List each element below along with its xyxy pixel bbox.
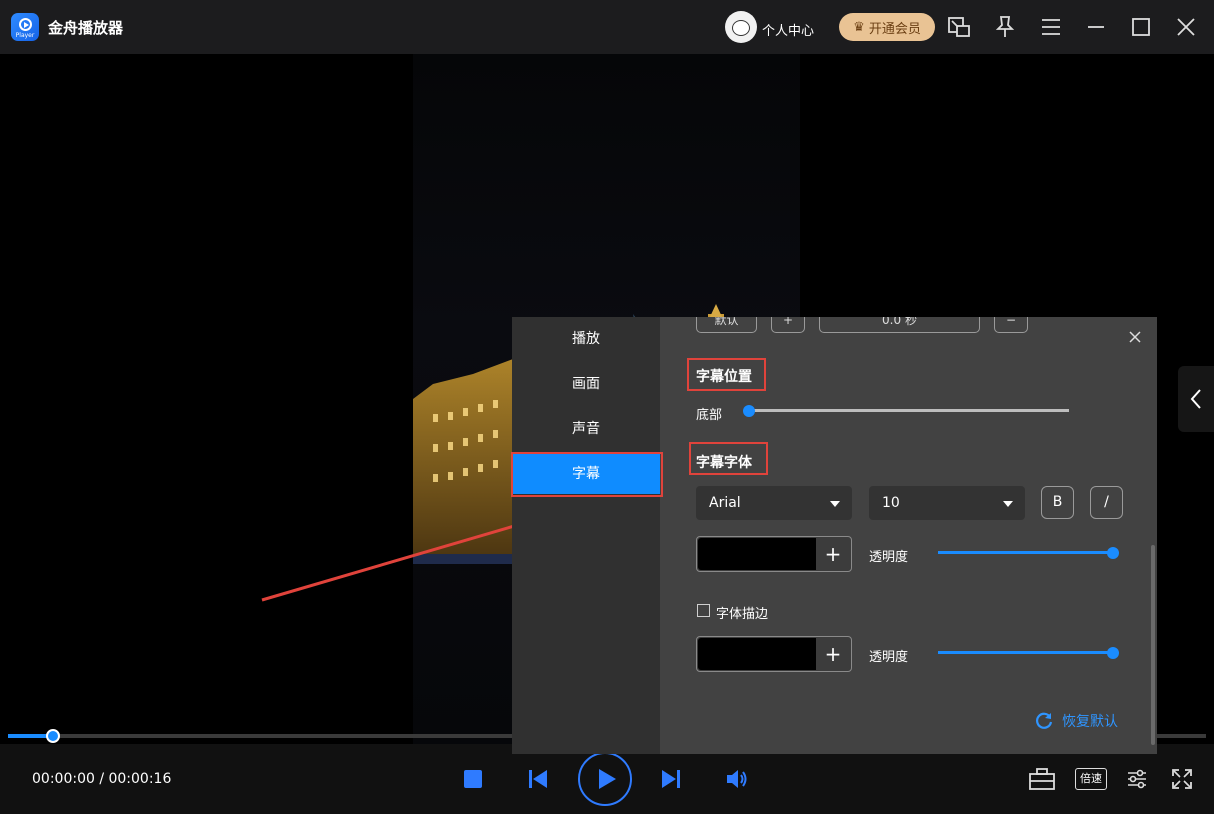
plus-icon[interactable]: +	[815, 637, 851, 671]
progress-handle[interactable]	[46, 729, 60, 743]
stop-icon[interactable]	[463, 769, 483, 789]
plus-icon[interactable]: +	[815, 537, 851, 571]
position-slider[interactable]	[748, 409, 1069, 412]
nav-picture[interactable]: 画面	[512, 364, 660, 404]
close-panel-icon[interactable]	[1128, 330, 1142, 344]
font-family-value: Arial	[709, 495, 741, 511]
bold-button[interactable]: B	[1041, 486, 1074, 519]
speed-button[interactable]: 倍速	[1075, 768, 1107, 790]
font-size-value: 10	[882, 495, 900, 511]
panel-scrollbar[interactable]	[1151, 545, 1155, 745]
refresh-icon	[1036, 712, 1053, 729]
toolbox-icon[interactable]	[1028, 767, 1056, 791]
position-title: 字幕位置	[696, 369, 752, 385]
font-size-select[interactable]: 10	[869, 486, 1025, 520]
outline-color-swatch	[698, 638, 816, 670]
font-color-picker[interactable]: +	[696, 536, 852, 572]
offset-display: 0.0 秒	[819, 317, 980, 333]
highlight-box-nav	[511, 452, 663, 497]
offset-value: 0.0 秒	[882, 317, 917, 327]
volume-icon[interactable]	[725, 768, 749, 790]
position-slider-handle[interactable]	[743, 405, 755, 417]
chevron-down-icon	[830, 501, 840, 507]
default-button-label: 默认	[714, 317, 739, 327]
settings-sliders-icon[interactable]	[1126, 768, 1148, 790]
default-button[interactable]: 默认	[696, 317, 757, 333]
play-button[interactable]	[578, 752, 632, 806]
outline-color-picker[interactable]: +	[696, 636, 852, 672]
add-offset-button[interactable]: +	[771, 317, 805, 333]
position-label: 底部	[696, 408, 723, 423]
font-opacity-handle[interactable]	[1107, 547, 1119, 559]
outline-label: 字体描边	[716, 607, 769, 622]
font-title: 字幕字体	[696, 455, 752, 471]
time-display: 00:00:00 / 00:00:16	[32, 771, 172, 787]
subtract-offset-button[interactable]: −	[994, 317, 1028, 333]
nav-playback[interactable]: 播放	[512, 319, 660, 359]
fullscreen-icon[interactable]	[1171, 768, 1193, 790]
outline-opacity-slider[interactable]	[938, 651, 1114, 654]
previous-icon[interactable]	[527, 768, 549, 790]
nav-audio[interactable]: 声音	[512, 409, 660, 449]
chevron-down-icon	[1003, 501, 1013, 507]
outline-opacity-label: 透明度	[869, 650, 909, 665]
reset-defaults-label: 恢复默认	[1062, 714, 1118, 730]
font-opacity-label: 透明度	[869, 550, 909, 565]
font-color-swatch	[698, 538, 816, 570]
play-icon	[599, 769, 616, 789]
outline-opacity-handle[interactable]	[1107, 647, 1119, 659]
next-icon[interactable]	[660, 768, 682, 790]
font-family-select[interactable]: Arial	[696, 486, 852, 520]
reset-defaults-button[interactable]: 恢复默认	[1034, 711, 1118, 731]
italic-button[interactable]: /	[1090, 486, 1123, 519]
font-opacity-slider[interactable]	[938, 551, 1114, 554]
outline-checkbox[interactable]	[697, 604, 710, 617]
